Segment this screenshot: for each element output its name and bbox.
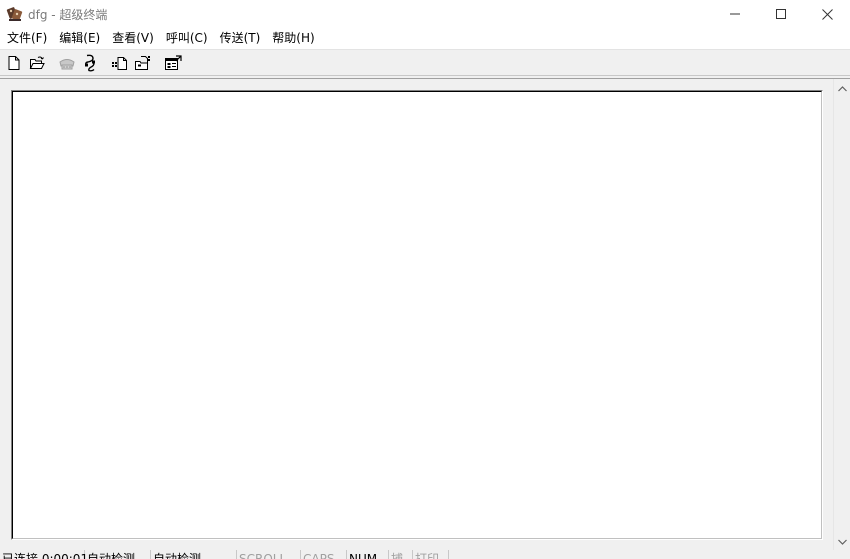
status-scroll: SCROLL (237, 550, 301, 559)
open-folder-icon (29, 56, 45, 69)
properties-icon (164, 54, 182, 70)
call-icon (58, 58, 75, 69)
minimize-icon (730, 13, 740, 15)
status-detect-1: 自动检测 (85, 550, 151, 559)
menu-transfer[interactable]: 传送(T) (214, 28, 267, 49)
scroll-down-button[interactable] (834, 533, 850, 550)
scroll-up-button[interactable] (834, 80, 850, 97)
maximize-icon (776, 9, 786, 19)
menu-view[interactable]: 查看(V) (106, 28, 160, 49)
terminal-border (11, 90, 823, 540)
receive-button[interactable] (131, 52, 154, 74)
status-bar: 已连接 0:00:01 自动检测 自动检测 SCROLL CAPS NUM 捕 … (0, 550, 850, 559)
disconnect-button[interactable] (78, 52, 101, 74)
menu-help[interactable]: 帮助(H) (266, 28, 320, 49)
status-detect-2: 自动检测 (151, 550, 237, 559)
send-button[interactable] (108, 52, 131, 74)
maximize-button[interactable] (758, 0, 804, 28)
hyperterminal-window: dfg - 超级终端 文件(F) 编辑(E) 查看(V) 呼叫(C) 传送(T)… (0, 0, 850, 559)
close-button[interactable] (804, 0, 850, 28)
menu-call[interactable]: 呼叫(C) (160, 28, 214, 49)
new-connection-button[interactable] (2, 52, 25, 74)
menu-bar: 文件(F) 编辑(E) 查看(V) 呼叫(C) 传送(T) 帮助(H) (0, 28, 850, 49)
terminal-screen[interactable] (12, 91, 822, 539)
status-num: NUM (347, 550, 389, 559)
window-title: dfg - 超级终端 (28, 7, 108, 22)
receive-file-icon (134, 55, 150, 70)
status-caps: CAPS (301, 550, 347, 559)
menu-file[interactable]: 文件(F) (1, 28, 53, 49)
status-capture: 捕 (389, 550, 413, 559)
minimize-button[interactable] (712, 0, 758, 28)
disconnect-icon (84, 54, 95, 72)
menu-edit[interactable]: 编辑(E) (53, 28, 106, 49)
title-bar[interactable]: dfg - 超级终端 (0, 0, 850, 28)
terminal-area (0, 78, 850, 551)
status-connection-time: 已连接 0:00:01 (0, 550, 88, 559)
call-button[interactable] (55, 52, 78, 74)
properties-button[interactable] (161, 52, 184, 74)
arrow-up-icon (838, 85, 847, 91)
window-controls (712, 0, 850, 28)
send-file-icon (111, 56, 127, 70)
close-icon (821, 8, 833, 20)
arrow-down-icon (838, 539, 847, 545)
open-button[interactable] (25, 52, 48, 74)
new-document-icon (8, 55, 19, 70)
hyperterminal-app-icon[interactable] (6, 5, 24, 23)
vertical-scrollbar[interactable] (833, 79, 850, 551)
toolbar (0, 49, 850, 76)
status-print: 打印 (413, 550, 449, 559)
